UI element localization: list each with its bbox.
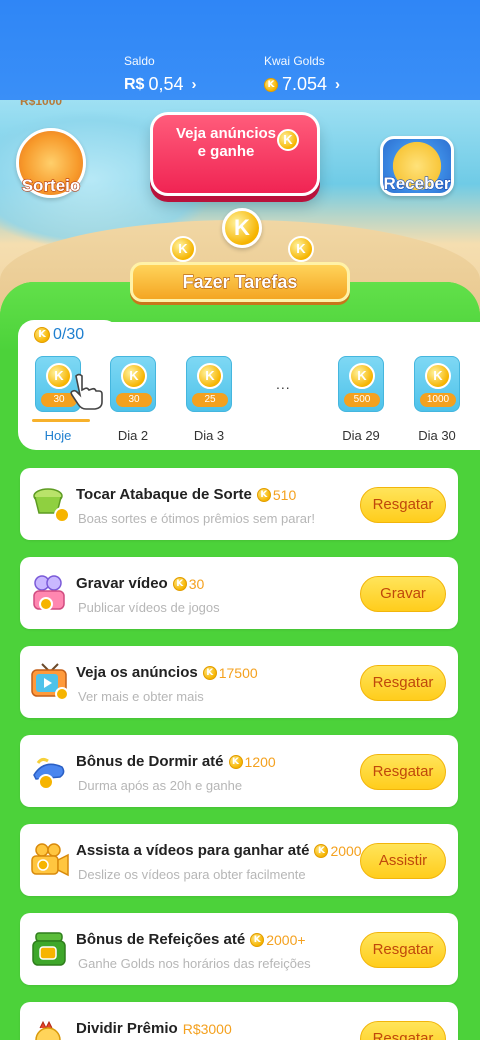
kwai-coin-icon: K <box>277 129 299 151</box>
day-label: Dia 2 <box>117 428 149 443</box>
record-button[interactable]: Gravar <box>360 576 446 612</box>
chevron-right-icon: › <box>335 76 341 93</box>
sorteio-button[interactable]: Sorteio <box>16 128 86 198</box>
saldo-currency: R$ <box>124 75 145 93</box>
kwai-coin-icon: K <box>314 843 329 858</box>
task-row: Veja os anúncios K 17500 Ver mais e obter… <box>20 646 458 718</box>
chicken-icon <box>35 1020 61 1040</box>
checkin-day-3[interactable]: K 25 <box>186 356 232 412</box>
top-header: Saldo R$ 0,54 › Kwai Golds K 7.054 › <box>0 0 480 100</box>
kwai-coin-icon: K <box>228 754 243 769</box>
golds-stat[interactable]: Kwai Golds K 7.054 › <box>264 54 340 95</box>
kwai-coin-icon: K <box>425 363 451 389</box>
today-indicator <box>32 419 90 422</box>
checkin-day-30[interactable]: K 1000 <box>414 356 460 412</box>
claim-button[interactable]: Resgatar <box>360 1021 446 1040</box>
day-label-today: Hoje <box>44 428 72 443</box>
kwai-coin-icon: K <box>121 363 147 389</box>
video-camera-icon <box>31 843 69 877</box>
drum-icon <box>33 488 70 523</box>
sorteio-label: Sorteio <box>21 175 81 195</box>
tv-icon <box>31 663 69 701</box>
saldo-value: 0,54 <box>148 74 184 94</box>
golds-value: 7.054 <box>282 74 328 94</box>
day-label: Dia 29 <box>342 428 380 443</box>
kwai-coin-icon: K <box>172 576 187 591</box>
kwai-coin-icon: K <box>349 363 375 389</box>
tasks-banner-title: Fazer Tarefas <box>182 271 298 292</box>
kwai-coin-icon: K <box>202 665 217 680</box>
claim-button[interactable]: Resgatar <box>360 932 446 968</box>
task-title: Gravar vídeo <box>76 575 168 592</box>
golds-label: Kwai Golds <box>264 54 325 68</box>
checkin-day-2[interactable]: K 30 <box>110 356 156 412</box>
day-amount: 1000 <box>420 393 456 407</box>
task-reward: 510 <box>272 486 297 503</box>
kwai-coin-icon: K <box>256 487 271 502</box>
task-row: Bônus de Refeições até K 2000+ Ganhe Gold… <box>20 913 458 985</box>
checkin-counter: K 0/30 <box>34 326 84 344</box>
task-title: Veja os anúncios <box>76 664 198 681</box>
more-days-ellipsis: ... <box>276 376 291 392</box>
saldo-label: Saldo <box>124 54 155 68</box>
kwai-coin-icon: K <box>222 208 262 248</box>
task-subtitle: Durma após as 20h e ganhe <box>78 778 243 793</box>
task-title: Bônus de Dormir até <box>76 753 224 770</box>
lunchbox-icon <box>32 932 66 966</box>
sleep-icon <box>33 757 65 790</box>
task-row: Bônus de Dormir até K 1200 Durma após as … <box>20 735 458 807</box>
task-reward: 30 <box>188 575 205 592</box>
task-row: Assista a vídeos para ganhar até K 2000 D… <box>20 824 458 896</box>
task-reward: 2000+ <box>266 931 306 948</box>
prize-tag: R$1000 <box>20 100 63 108</box>
tasks-banner: Fazer Tarefas <box>130 250 350 306</box>
task-subtitle: Boas sortes e ótimos prêmios sem parar! <box>78 511 315 526</box>
task-subtitle: Ganhe Golds nos horários das refeições <box>78 956 311 971</box>
camera-icon <box>33 575 65 611</box>
claim-button[interactable]: Resgatar <box>360 665 446 701</box>
kwai-coin-icon: K <box>264 77 278 92</box>
claim-button[interactable]: Resgatar <box>360 487 446 523</box>
day-label: Dia 30 <box>418 428 456 443</box>
day-amount: 30 <box>116 393 152 407</box>
receber-label: Receber <box>383 173 451 193</box>
task-title: Assista a vídeos para ganhar até <box>76 842 310 859</box>
checkin-counter-value: 0/30 <box>53 326 85 343</box>
claim-button[interactable]: Resgatar <box>360 754 446 790</box>
task-row: Dividir Prêmio R$3000 Resgatar <box>20 1002 458 1040</box>
kwai-coin-icon: K <box>34 327 50 343</box>
task-subtitle: Ver mais e obter mais <box>78 689 204 704</box>
day-amount: 25 <box>192 393 228 407</box>
tap-hand-icon <box>70 373 103 410</box>
task-reward: 2000 <box>330 842 362 859</box>
watch-button[interactable]: Assistir <box>360 843 446 879</box>
receber-button[interactable]: Receber <box>380 136 454 196</box>
day-label: Dia 3 <box>193 428 225 443</box>
kwai-coin-icon: K <box>250 932 265 947</box>
task-reward: R$3000 <box>182 1020 232 1037</box>
task-reward: 17500 <box>218 664 258 681</box>
task-subtitle: Deslize os vídeos para obter facilmente <box>78 867 306 882</box>
watch-ads-label: Veja anúncios e ganhe <box>175 125 277 160</box>
task-title: Dividir Prêmio <box>76 1020 178 1037</box>
checkin-day-29[interactable]: K 500 <box>338 356 384 412</box>
task-subtitle: Publicar vídeos de jogos <box>78 600 220 615</box>
task-row: Gravar vídeo K 30 Publicar vídeos de jogo… <box>20 557 458 629</box>
task-title: Bônus de Refeições até <box>76 931 246 948</box>
task-reward: 1200 <box>244 753 276 770</box>
task-row: Tocar Atabaque de Sorte K 510 Boas sortes… <box>20 468 458 540</box>
watch-ads-button[interactable]: Veja anúncios e ganhe K <box>150 112 320 196</box>
chevron-right-icon: › <box>191 76 197 93</box>
kwai-coin-icon: K <box>197 363 223 389</box>
day-amount: 500 <box>344 393 380 407</box>
saldo-stat[interactable]: Saldo R$ 0,54 › <box>124 54 197 95</box>
task-title: Tocar Atabaque de Sorte <box>76 486 252 503</box>
